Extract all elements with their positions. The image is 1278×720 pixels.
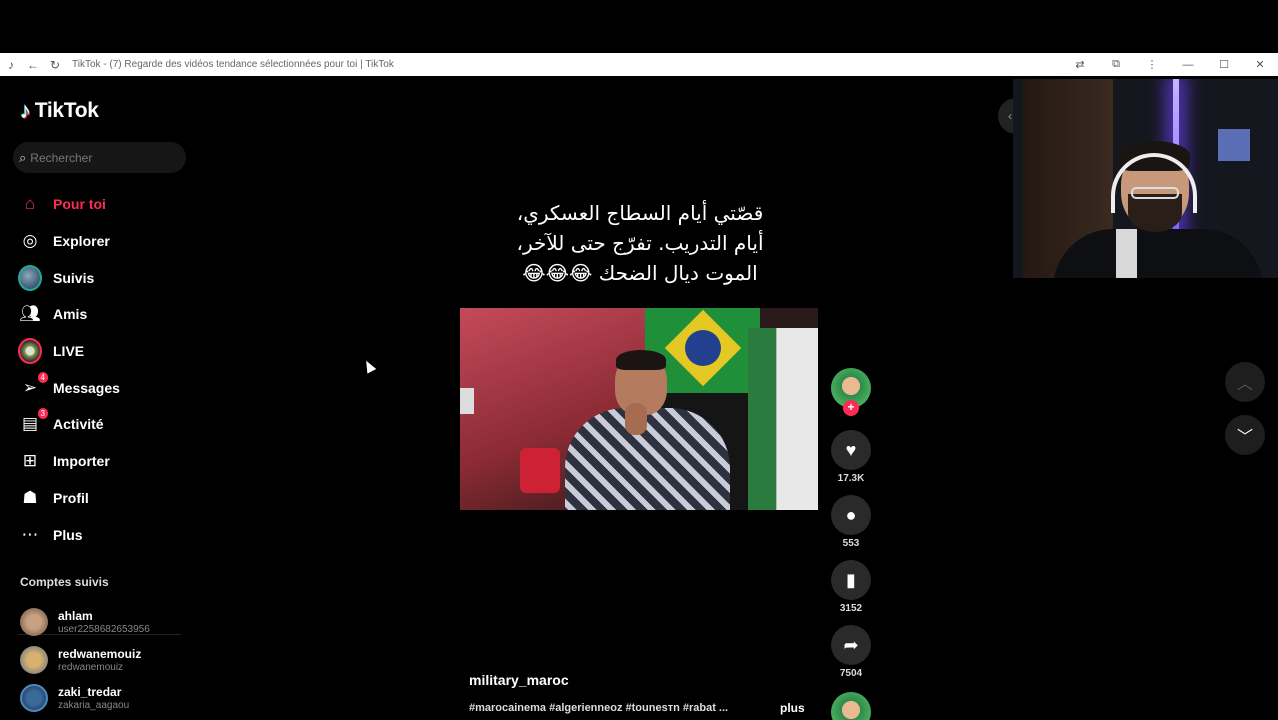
messages-icon: ➢ 4 — [18, 371, 48, 400]
person-body — [565, 408, 730, 510]
video-caption: قصّتي أيام السطاج العسكري، أيام التدريب.… — [460, 198, 820, 288]
mouse-cursor-icon — [361, 358, 377, 374]
reload-icon[interactable]: ↻ — [44, 53, 66, 76]
nav-label: Suivis — [53, 269, 95, 286]
window-title: TikTok - (7) Regarde des vidéos tendance… — [72, 59, 394, 70]
account-handle: redwanemouiz — [58, 662, 124, 673]
followed-account[interactable]: redwanemouiz redwanemouiz — [20, 641, 150, 679]
webcam-poster — [1218, 129, 1250, 161]
algeria-flag-backdrop — [748, 328, 818, 510]
messages-badge: 4 — [37, 371, 48, 383]
upload-icon: ⊞ — [22, 451, 38, 471]
nav-label: Messages — [53, 379, 120, 396]
caption-line: قصّتي أيام السطاج العسكري، — [516, 201, 764, 225]
nav-label: Amis — [53, 306, 88, 323]
nav-profil[interactable]: ☗ Profil — [18, 480, 120, 517]
share-action[interactable]: ➦ 7504 — [831, 625, 871, 679]
account-handle: user2258682653956 — [58, 624, 150, 635]
more-button[interactable]: plus — [780, 701, 805, 715]
account-handle: zakaria_aagaou — [58, 700, 130, 711]
caption-line: أيام التدريب. تفرّج حتى للآخر، — [516, 231, 764, 255]
menu-dots-icon[interactable]: ⋮ — [1134, 58, 1170, 71]
nav-amis[interactable]: 👥︎ Amis — [18, 296, 120, 333]
tiktok-favicon-icon: ♪ — [8, 57, 14, 72]
next-creator-avatar[interactable] — [831, 692, 871, 720]
maximize-icon[interactable]: ☐ — [1206, 58, 1242, 71]
account-name: ahlam — [58, 609, 93, 623]
search-bar[interactable]: ⌕ — [13, 142, 186, 173]
video-hashtags[interactable]: #marocainema #algerienneoz #tounesтn #ra… — [469, 702, 749, 714]
video-author[interactable]: military_maroc — [469, 672, 569, 688]
nav-label: Explorer — [53, 233, 110, 250]
search-icon: ⌕ — [19, 149, 27, 165]
person-hand — [625, 403, 647, 435]
heart-icon[interactable]: ♥ — [831, 430, 871, 470]
more-icon: ⋯ — [21, 524, 39, 544]
streamer-webcam-overlay — [1013, 79, 1278, 278]
bookmark-icon[interactable]: ▮ — [831, 560, 871, 600]
home-icon: ⌂ — [24, 194, 36, 214]
caption-line: الموت ديال الضحك 😂😂😂 — [522, 261, 758, 285]
video-player[interactable] — [460, 308, 818, 510]
feed-navigation: ︿ ﹀ — [1225, 362, 1265, 468]
profile-icon: ☗ — [22, 487, 38, 507]
activity-icon: ▤ 3 — [18, 408, 48, 436]
browser-title-bar: ♪ ← ↻ TikTok - (7) Regarde des vidéos te… — [0, 53, 1278, 76]
nav-importer[interactable]: ⊞ Importer — [18, 443, 120, 480]
live-icon — [18, 338, 42, 365]
nav-explorer[interactable]: ◎ Explorer — [18, 223, 120, 260]
account-name: redwanemouiz — [58, 647, 142, 661]
tiktok-logo[interactable]: ♪ TikTok — [20, 98, 99, 124]
avatar — [20, 646, 48, 674]
share-icon[interactable]: ➦ — [831, 625, 871, 665]
like-count: 17.3K — [837, 473, 865, 484]
follow-plus-icon[interactable]: + — [843, 400, 859, 416]
followed-accounts-list: ahlam user2258682653956 redwanemouiz red… — [20, 603, 150, 717]
account-name: zaki_tredar — [58, 685, 122, 699]
sidebar-nav: ⌂ Pour toi ◎ Explorer Suivis 👥︎ Amis LIV… — [18, 186, 120, 553]
chevron-up-icon[interactable]: ︿ — [1225, 362, 1265, 402]
tiktok-note-icon: ♪ — [20, 98, 31, 123]
nav-label: Importer — [53, 453, 110, 470]
avatar — [20, 608, 48, 636]
nav-label: Plus — [53, 526, 83, 543]
activity-badge: 3 — [37, 408, 48, 420]
nav-suivis[interactable]: Suivis — [18, 259, 120, 296]
back-icon[interactable]: ← — [22, 53, 44, 76]
person-hair — [616, 350, 666, 370]
following-avatar-icon — [18, 264, 42, 291]
share-count: 7504 — [839, 668, 863, 679]
nav-pour-toi[interactable]: ⌂ Pour toi — [18, 186, 120, 223]
minimize-icon[interactable]: — — [1170, 59, 1206, 71]
followed-accounts-title: Comptes suivis — [20, 575, 109, 589]
like-action[interactable]: ♥ 17.3K — [831, 430, 871, 484]
save-action[interactable]: ▮ 3152 — [831, 560, 871, 614]
nav-messages[interactable]: ➢ 4 Messages — [18, 369, 120, 406]
logo-text: TikTok — [34, 99, 99, 122]
avatar — [20, 684, 48, 712]
compass-icon: ◎ — [22, 231, 38, 251]
webcam-person-body — [1053, 229, 1263, 278]
nav-plus[interactable]: ⋯ Plus — [18, 516, 120, 553]
nav-label: Activité — [53, 416, 104, 433]
followed-account[interactable]: ahlam user2258682653956 — [20, 603, 150, 641]
extensions-icon[interactable]: ⧉ — [1098, 58, 1134, 71]
translate-icon[interactable]: ⇄ — [1062, 58, 1098, 71]
nav-activite[interactable]: ▤ 3 Activité — [18, 406, 120, 443]
chair-shape — [520, 448, 560, 493]
comment-count: 553 — [842, 538, 860, 549]
nav-live[interactable]: LIVE — [18, 333, 120, 370]
nav-label: LIVE — [53, 343, 85, 360]
save-count: 3152 — [839, 603, 863, 614]
search-input[interactable] — [30, 150, 171, 165]
comment-action[interactable]: ● 553 — [831, 495, 871, 549]
monitor-shape — [460, 388, 474, 414]
friends-icon: 👥︎ — [19, 304, 41, 324]
followed-account[interactable]: zaki_tredar zakaria_aagaou — [20, 679, 150, 717]
comment-icon[interactable]: ● — [831, 495, 871, 535]
nav-label: Profil — [53, 489, 89, 506]
nav-label: Pour toi — [53, 196, 106, 213]
chevron-down-icon[interactable]: ﹀ — [1225, 415, 1265, 455]
close-icon[interactable]: ✕ — [1242, 58, 1278, 71]
